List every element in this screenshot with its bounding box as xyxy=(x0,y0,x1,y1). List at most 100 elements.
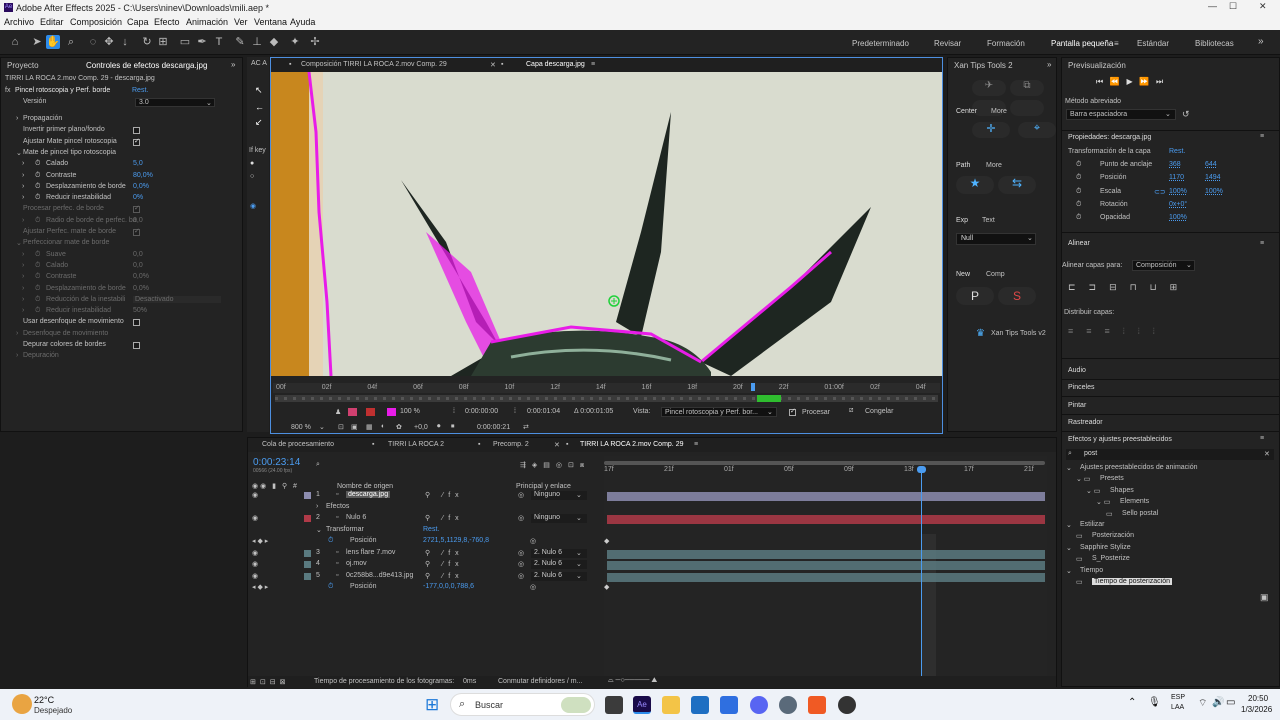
tab-composition[interactable]: Composición TIRRI LA ROCA 2.mov Comp. 29 xyxy=(301,61,447,68)
position-value[interactable]: -177,0,0,0,788,6 xyxy=(423,583,474,590)
mic-icon[interactable]: 🎙 xyxy=(1148,697,1161,708)
panel-menu-icon[interactable]: ≡ xyxy=(1260,435,1264,442)
snapshot-show-icon[interactable]: ⏹ xyxy=(451,423,455,431)
eye-toggle-icon[interactable]: ◉ xyxy=(252,572,261,580)
arrow-left-icon[interactable]: ← xyxy=(255,102,264,112)
disclosure-arrow-icon[interactable]: › xyxy=(22,251,24,258)
arrow-icon[interactable]: ↖ xyxy=(255,85,263,96)
clear-search-icon[interactable]: ✕ xyxy=(1264,450,1270,458)
end-time[interactable]: 0:00:01:04 xyxy=(527,408,560,415)
wifi-icon[interactable]: ⌔ xyxy=(1198,697,1207,710)
foreground-icon[interactable] xyxy=(348,408,357,416)
property-checkbox[interactable] xyxy=(133,127,140,135)
constrain-proportions-icon[interactable]: ⊂⊃ xyxy=(1154,188,1166,196)
panel-audio[interactable]: Audio xyxy=(1068,367,1086,374)
pickwhip-icon[interactable]: ◎ xyxy=(518,572,524,580)
tab-close-icon[interactable]: ✕ xyxy=(554,441,560,449)
layer-duration-bar[interactable] xyxy=(607,549,1045,559)
layer-name[interactable]: 0c258b8...d9e413.jpg xyxy=(346,572,413,579)
effect-reset-link[interactable]: Rest. xyxy=(132,87,148,94)
layer-time-ruler[interactable]: 00f 02f 04f 06f 08f 10f 12f 14f 16f 18f 20f 22f 01:0… xyxy=(273,383,940,393)
stopwatch-icon[interactable]: ⏱ xyxy=(1076,214,1081,222)
channels-icon[interactable]: ◐ xyxy=(381,423,385,430)
pin-button[interactable]: ✈ xyxy=(972,80,1006,96)
transform-value-2[interactable]: 1494 xyxy=(1205,174,1221,181)
tree-node-icon[interactable]: ⌄ xyxy=(1066,464,1072,472)
disclosure-arrow-icon[interactable]: › xyxy=(16,115,18,122)
disclosure-arrow-icon[interactable]: › xyxy=(22,307,24,314)
tab-effect-controls[interactable]: Controles de efectos descarga.jpg xyxy=(86,61,207,70)
workspace-estandar[interactable]: Estándar xyxy=(1137,39,1169,48)
p-button[interactable]: P xyxy=(956,287,994,305)
menu-animacion[interactable]: Animación xyxy=(186,17,228,27)
viewer-panel-menu-icon[interactable]: ▪ xyxy=(289,61,291,68)
null-select[interactable]: Null ⌄ xyxy=(956,233,1036,245)
task-view-icon[interactable] xyxy=(605,696,623,714)
effect-property-value[interactable]: 0,0% xyxy=(133,183,149,190)
keyframe-icon[interactable]: ◆ xyxy=(604,583,609,591)
settings-gear-icon[interactable] xyxy=(779,696,797,714)
disclosure-arrow-icon[interactable]: ⌄ xyxy=(316,526,322,534)
effect-property-value[interactable]: 0,0% xyxy=(133,273,149,280)
disclosure-arrow-icon[interactable]: › xyxy=(22,160,24,167)
region-icon[interactable]: ▣ xyxy=(351,423,358,431)
stopwatch-icon[interactable]: ⏱ xyxy=(35,273,40,281)
effects-tree-item[interactable]: Sapphire Stylize xyxy=(1080,544,1131,551)
tab-proyecto[interactable]: Proyecto xyxy=(7,61,39,70)
menu-capa[interactable]: Capa xyxy=(127,17,149,27)
transform-reset[interactable]: Rest. xyxy=(423,526,439,533)
pickwhip-icon[interactable]: ◎ xyxy=(518,560,524,568)
workspace-predeterminado[interactable]: Predeterminado xyxy=(852,39,909,48)
layer-color-label[interactable] xyxy=(304,515,311,522)
text-tool-icon[interactable]: T xyxy=(212,35,226,49)
sync-icon[interactable]: ⇄ xyxy=(523,423,529,431)
stopwatch-icon[interactable]: ⏱ xyxy=(1076,174,1081,182)
start-time[interactable]: 0:00:00:00 xyxy=(465,408,498,415)
timeline-playhead[interactable] xyxy=(921,468,922,688)
timeline-timecode[interactable]: 0:00:23:14 xyxy=(253,457,300,468)
volume-icon[interactable]: 🔊 xyxy=(1212,697,1224,708)
effect-property-value[interactable]: 0,0% xyxy=(133,285,149,292)
menu-archivo[interactable]: Archivo xyxy=(4,17,34,27)
effects-tree-item[interactable]: S_Posterize xyxy=(1092,555,1130,562)
effect-property-value[interactable]: 0% xyxy=(133,194,143,201)
store-icon[interactable] xyxy=(691,696,709,714)
disclosure-arrow-icon[interactable]: › xyxy=(22,296,24,303)
stopwatch-icon[interactable]: ⏱ xyxy=(328,583,333,591)
effect-property-value[interactable]: 80,0% xyxy=(133,172,153,179)
disclosure-arrow-icon[interactable]: › xyxy=(22,172,24,179)
transform-value-2[interactable]: 644 xyxy=(1205,161,1217,168)
transform-value-1[interactable]: 368 xyxy=(1169,161,1181,168)
distribute-buttons[interactable]: ≡≡≡⦙⦙⦙ xyxy=(1068,326,1168,337)
layer-switches[interactable]: ⚲ ⁄fx xyxy=(425,514,464,522)
transform-value-1[interactable]: 100% xyxy=(1169,214,1187,221)
layer-duration-bar[interactable] xyxy=(607,572,1045,582)
stopwatch-icon[interactable]: ⏱ xyxy=(1076,188,1081,196)
version-select[interactable]: 3.0 ⌄ xyxy=(135,98,215,107)
new-folder-icon[interactable]: ▣ xyxy=(1260,592,1269,603)
disclosure-arrow-icon[interactable]: › xyxy=(22,217,24,224)
effects-search-input[interactable]: ⌕ post ✕ xyxy=(1066,449,1274,460)
eye-toggle-icon[interactable]: ◉ xyxy=(252,560,261,568)
layer-name[interactable]: Nulo 6 xyxy=(346,514,366,521)
effects-tree-item[interactable]: Elements xyxy=(1120,498,1149,505)
stopwatch-icon[interactable]: ⏱ xyxy=(35,194,40,202)
property-checkbox[interactable] xyxy=(133,204,140,214)
after-effects-icon[interactable]: Ae xyxy=(633,696,651,714)
background-icon[interactable] xyxy=(366,408,375,416)
eye-toggle-icon[interactable]: ◉ xyxy=(252,514,261,522)
stopwatch-icon[interactable]: ⏱ xyxy=(328,537,333,545)
tree-node-icon[interactable]: ▭ xyxy=(1076,555,1083,563)
shortcut-select[interactable]: Barra espaciadora ⌄ xyxy=(1066,109,1176,120)
menu-ver[interactable]: Ver xyxy=(234,17,248,27)
workspace-revisar[interactable]: Revisar xyxy=(934,39,961,48)
property-checkbox[interactable] xyxy=(133,342,140,349)
transform-value-2[interactable]: 100% xyxy=(1205,188,1223,195)
current-time[interactable]: 0:00:00:21 xyxy=(477,424,510,431)
freeze-button[interactable]: Congelar xyxy=(865,408,893,415)
tab-render-queue[interactable]: Cola de procesamiento xyxy=(262,441,334,448)
app-icon[interactable] xyxy=(720,696,738,714)
workspace-pantalla-pequena[interactable]: Pantalla pequeña xyxy=(1051,39,1113,48)
layer-color-label[interactable] xyxy=(304,561,311,568)
layer-switches[interactable]: ⚲ ⁄fx xyxy=(425,549,464,557)
